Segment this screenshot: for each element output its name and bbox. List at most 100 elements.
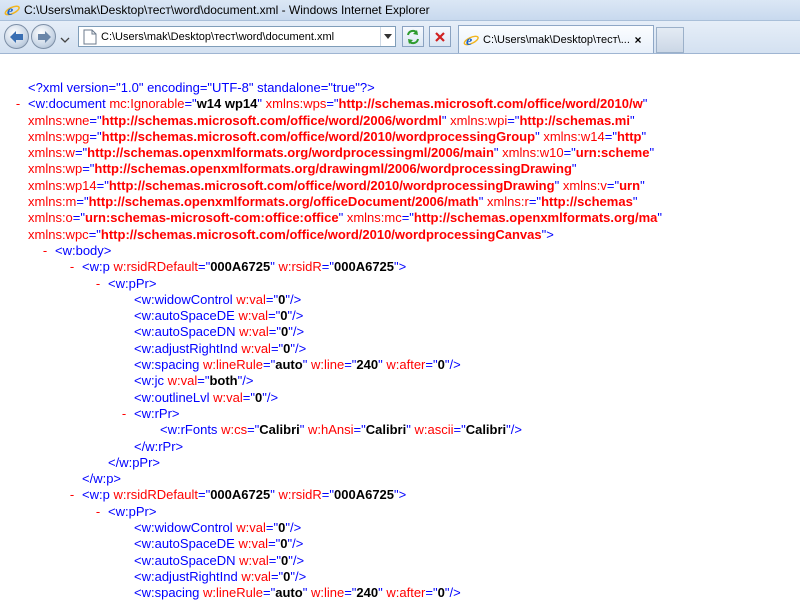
xml-attr-value: w14 wp14 [196,96,258,112]
xml-line: <w:autoSpaceDN w:val="0"/> [0,553,662,569]
xml-line: <w:spacing w:lineRule="auto" w:line="240… [0,585,662,600]
refresh-button[interactable] [402,26,424,47]
xml-attr-name: xmlns:r [486,194,529,210]
xml-punct: =" [604,128,617,144]
xml-line: xmlns:wpg="http://schemas.microsoft.com/… [0,129,662,145]
xml-attr-value: Calibri [259,422,300,438]
xml-line: <w:widowControl w:val="0"/> [0,520,662,536]
xml-attr-value: http://schemas.microsoft.com/office/word… [100,226,542,242]
xml-attr-name: w:hAnsi [308,422,354,438]
xml-punct: =" [82,161,95,177]
forward-button[interactable] [31,24,56,49]
collapse-toggle[interactable]: - [92,504,104,520]
xml-line: <w:outlineLvl w:val="0"/> [0,390,662,406]
collapse-toggle[interactable]: - [39,243,51,259]
ie-logo-icon: e [463,34,479,48]
xml-punct: " [406,422,411,438]
xml-tag: <w:pPr> [108,503,157,519]
new-tab-button[interactable] [656,27,684,53]
xml-attr-name: w:val [239,552,269,568]
xml-punct: =" [242,389,255,405]
xml-tag-close: /> [292,536,304,552]
xml-line: <w:jc w:val="both"/> [0,373,662,389]
xml-punct: " [642,96,648,112]
xml-line: - <w:p w:rsidRDefault="000A6725" w:rsidR=… [0,259,662,275]
xml-tag: <w:spacing [134,585,200,600]
tab-document[interactable]: e C:\Users\mak\Desktop\тест\... × [458,25,654,53]
xml-attr-name: xmlns:wps [265,96,327,112]
stop-icon [435,31,445,42]
xml-tag-close: /> [292,308,304,324]
collapse-toggle[interactable]: - [12,96,24,112]
xml-attr-value: 0 [437,585,445,600]
xml-tag-close: /> [510,422,523,438]
collapse-toggle[interactable]: - [118,406,130,422]
xml-tag: <w:adjustRightInd [134,340,238,356]
ie-logo-icon: e [3,1,21,19]
xml-punct: =" [344,585,357,600]
xml-attr-value: http://schemas.openxmlformats.org/wordpr… [87,145,494,161]
xml-punct: =" [425,357,438,373]
xml-attr-value: auto [275,585,303,600]
back-button[interactable] [4,24,29,49]
xml-tag-close: /> [295,568,307,584]
xml-attr-value: http://schemas.microsoft.com/office/word… [101,112,442,128]
xml-line: xmlns:wp="http://schemas.openxmlformats.… [0,161,662,177]
xml-line: - <w:pPr> [0,504,662,520]
xml-attr-name: w:lineRule [203,357,264,373]
xml-attr-value: http [616,128,642,144]
xml-punct: =" [270,340,284,356]
collapse-toggle[interactable]: - [66,259,78,275]
xml-tag: <w:autoSpaceDE [134,308,235,324]
address-input[interactable]: C:\Users\mak\Desktop\тест\word\document.… [101,31,380,43]
xml-tag: <w:adjustRightInd [134,568,238,584]
xml-attr-value: urn:scheme [575,145,650,161]
xml-tag: </w:rPr> [134,438,184,454]
xml-attr-name: w:rsidRDefault [113,487,198,503]
page-icon [83,29,97,44]
xml-punct: " [270,487,275,503]
xml-tag-close: /> [292,552,305,568]
xml-punct: " [257,96,263,112]
xml-attr-name: xmlns:wp14 [28,177,97,193]
collapse-toggle[interactable]: - [66,487,78,503]
collapse-toggle[interactable]: - [92,276,104,292]
xml-viewer: <?xml version="1.0" encoding="UTF-8" sta… [0,54,800,600]
xml-line: </w:rPr> [0,439,662,455]
xml-tag-close: > [398,487,407,503]
xml-attr-value: 0 [280,308,288,324]
xml-attr-name: w:val [238,536,269,552]
address-dropdown[interactable] [380,27,395,46]
address-bar[interactable]: C:\Users\mak\Desktop\тест\word\document.… [78,26,396,47]
xml-attr-name: w:val [236,520,266,536]
xml-punct: " [493,145,499,161]
close-icon[interactable]: × [631,33,645,47]
xml-attr-value: Calibri [465,422,507,438]
xml-line: <w:autoSpaceDE w:val="0"/> [0,308,662,324]
xml-attr-name: w:val [213,389,243,405]
stop-button[interactable] [429,26,451,47]
xml-attr-value: urn:schemas-microsoft-com:office:office [85,210,339,226]
xml-attr-value: http://schemas.openxmlformats.org/drawin… [94,161,572,177]
xml-tag: <w:rFonts [160,422,218,438]
xml-punct: " [554,177,560,193]
xml-attr-value: auto [275,357,303,373]
xml-attr-value: 240 [356,357,379,373]
xml-attr-name: xmlns:o [28,210,73,226]
xml-attr-name: w:val [167,373,198,389]
xml-attr-name: w:val [241,568,271,584]
xml-attr-name: xmlns:wne [28,112,90,128]
recent-pages-dropdown[interactable] [60,31,70,43]
xml-punct: =" [326,96,339,112]
xml-punct: =" [74,145,88,161]
xml-attr-name: xmlns:wpi [450,112,508,128]
xml-tag: <w:widowControl [134,520,233,536]
xml-punct: =" [563,145,576,161]
title-bar: e C:\Users\mak\Desktop\тест\word\documen… [0,0,800,21]
xml-attr-name: mc:Ignorable [109,96,185,112]
xml-tag-close: /> [266,389,279,405]
xml-line: <w:autoSpaceDN w:val="0"/> [0,324,662,340]
xml-attr-name: xmlns:w10 [502,145,564,161]
xml-line: </w:p> [0,471,662,487]
refresh-icon [407,29,419,44]
